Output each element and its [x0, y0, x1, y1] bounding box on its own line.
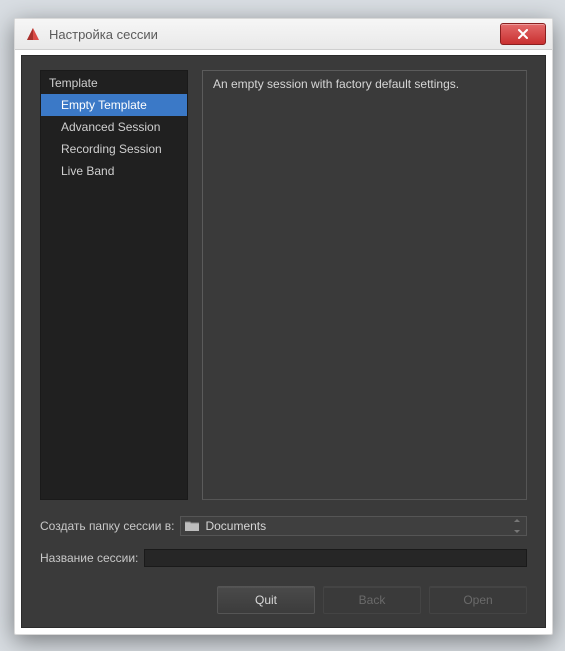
folder-spinner-icon[interactable]	[514, 519, 524, 533]
template-tree-header: Template	[41, 74, 187, 94]
app-icon	[25, 26, 41, 42]
close-button[interactable]	[500, 23, 546, 45]
template-description: An empty session with factory default se…	[202, 70, 527, 500]
template-item-advanced[interactable]: Advanced Session	[41, 116, 187, 138]
folder-value: Documents	[205, 519, 266, 533]
session-name-input[interactable]	[144, 549, 527, 567]
session-name-label: Название сессии:	[40, 551, 138, 565]
folder-label: Создать папку сессии в:	[40, 519, 174, 533]
window-title: Настройка сессии	[49, 27, 158, 42]
template-tree[interactable]: Template Empty Template Advanced Session…	[40, 70, 188, 500]
quit-button[interactable]: Quit	[217, 586, 315, 614]
open-button: Open	[429, 586, 527, 614]
back-button: Back	[323, 586, 421, 614]
titlebar[interactable]: Настройка сессии	[15, 19, 552, 50]
folder-select[interactable]: Documents	[180, 516, 527, 536]
dialog-window: Настройка сессии Template Empty Template…	[14, 18, 553, 635]
template-item-liveband[interactable]: Live Band	[41, 160, 187, 182]
folder-icon	[185, 520, 199, 532]
client-area: Template Empty Template Advanced Session…	[21, 55, 546, 628]
template-item-recording[interactable]: Recording Session	[41, 138, 187, 160]
template-item-empty[interactable]: Empty Template	[41, 94, 187, 116]
